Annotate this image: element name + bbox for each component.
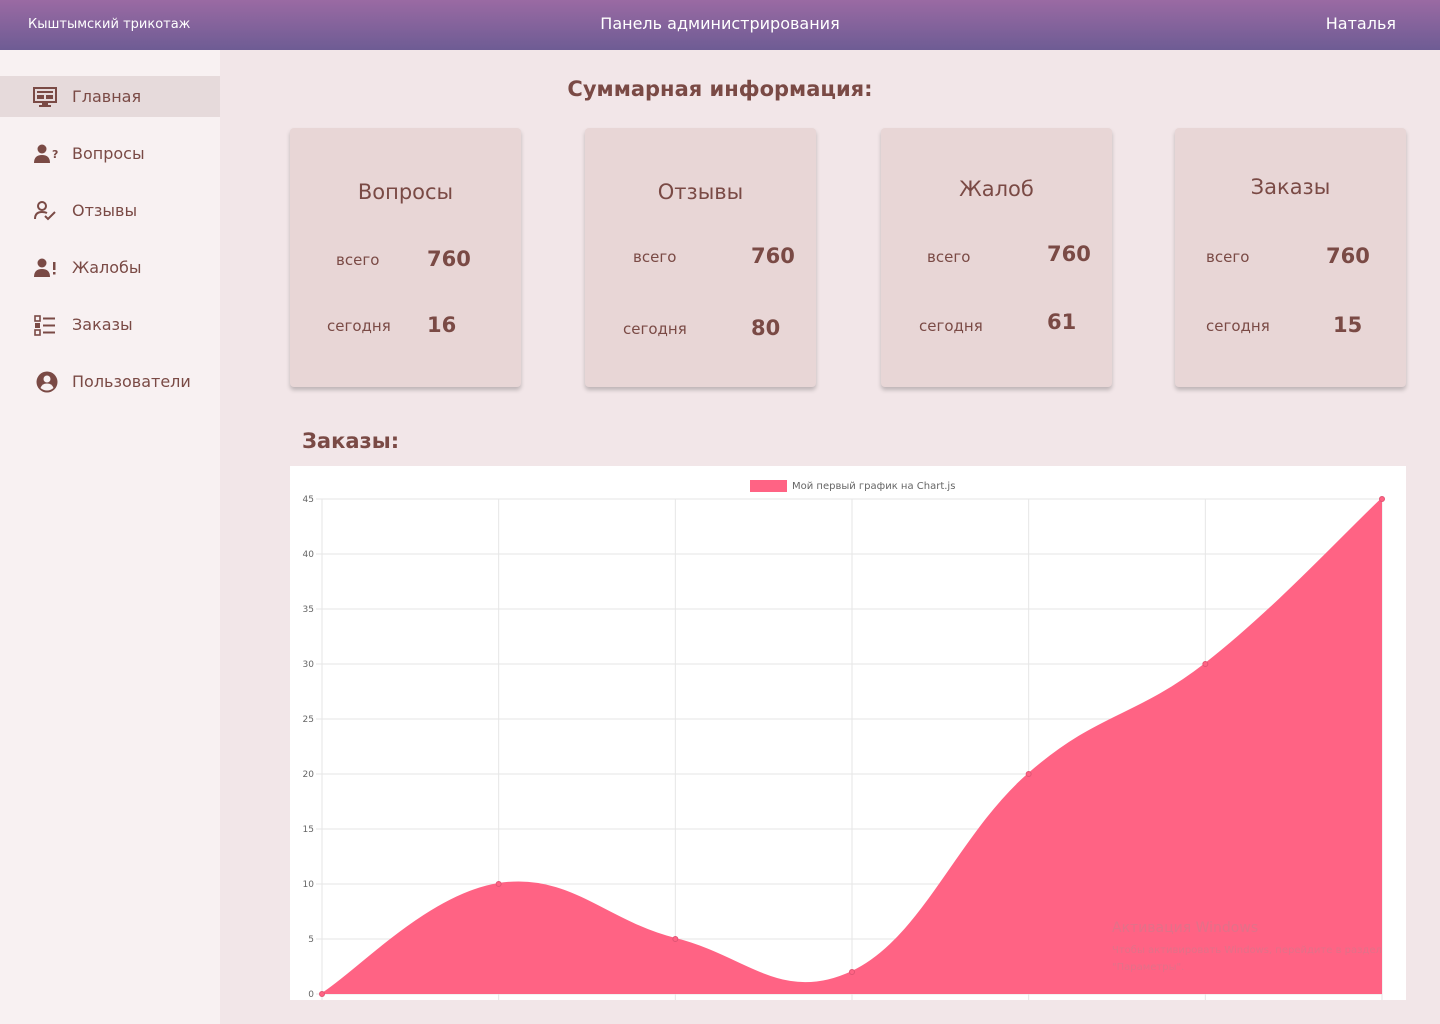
sidebar-item-complaints[interactable]: Жалобы [0,247,220,288]
user-check-icon [34,201,56,221]
y-tick-label: 20 [303,770,315,780]
total-value: 760 [751,244,795,268]
data-point [1025,771,1032,777]
windows-activation-title: Активация Windows [1112,920,1259,936]
data-point [1379,496,1385,502]
stat-card-questions: Вопросы всего 760 сегодня 16 [290,128,521,387]
y-tick-label: 5 [308,935,314,945]
y-tick-label: 0 [308,990,314,1000]
card-title: Вопросы [357,180,454,204]
sidebar-item-orders[interactable]: Заказы [0,304,220,345]
data-point [672,936,679,942]
top-bar: Кыштымский трикотаж Панель администриров… [0,0,1440,50]
data-point [849,969,855,975]
y-tick-label: 40 [303,550,315,560]
today-label: сегодня [327,317,391,335]
user-alert-icon [34,258,56,277]
sidebar-item-questions[interactable]: ? Вопросы [0,133,220,174]
total-label: всего [1206,248,1250,266]
user-question-icon: ? [34,144,58,163]
user-name[interactable]: Наталья [1326,14,1396,33]
panel-title: Панель администрирования [600,14,840,33]
sidebar: Главная ? Вопросы Отзывы Жалобы Заказы П… [0,50,220,1024]
total-label: всего [633,248,677,266]
data-point [495,881,502,887]
today-label: сегодня [1206,317,1270,335]
today-label: сегодня [623,320,687,338]
y-tick-label: 30 [303,660,315,670]
sidebar-item-label: Отзывы [72,201,138,220]
card-title: Жалоб [959,177,1034,201]
account-circle-icon [36,371,58,393]
sidebar-item-label: Жалобы [72,258,142,277]
sidebar-item-label: Заказы [72,315,133,334]
summary-title: Суммарная информация: [567,77,873,101]
svg-text:?: ? [52,148,58,161]
legend-swatch [750,480,787,492]
sidebar-item-label: Вопросы [72,144,145,163]
sidebar-item-label: Пользователи [72,372,191,391]
y-tick-label: 15 [303,825,314,835]
today-label: сегодня [919,317,983,335]
legend-label: Мой первый график на Chart.js [792,481,955,492]
total-value: 760 [1326,244,1370,268]
data-point [319,991,325,997]
stat-card-complaints: Жалоб всего 760 сегодня 61 [881,128,1112,387]
sidebar-item-reviews[interactable]: Отзывы [0,190,220,231]
today-value: 61 [1047,310,1077,334]
total-label: всего [927,248,971,266]
total-label: всего [336,251,380,269]
data-point [1202,661,1209,667]
sidebar-item-users[interactable]: Пользователи [0,361,220,402]
card-title: Заказы [1250,175,1331,199]
today-value: 80 [751,316,781,340]
windows-activation-text: Чтобы активировать Windows, перейдите в … [1112,945,1382,973]
stat-card-orders: Заказы всего 760 сегодня 15 [1175,128,1406,387]
today-value: 16 [427,313,457,337]
y-tick-label: 25 [303,715,314,725]
list-icon [34,315,55,336]
orders-title: Заказы: [302,429,400,453]
total-value: 760 [427,247,471,271]
stat-card-reviews: Отзывы всего 760 сегодня 80 [585,128,816,387]
y-tick-label: 35 [303,605,314,615]
card-title: Отзывы [657,180,744,204]
y-tick-label: 45 [303,495,314,505]
orders-chart: 0 5 10 15 20 25 30 35 40 45 Мой первый график на … [290,466,1406,1000]
total-value: 760 [1047,242,1091,266]
today-value: 15 [1333,313,1363,337]
y-tick-label: 10 [303,880,315,890]
